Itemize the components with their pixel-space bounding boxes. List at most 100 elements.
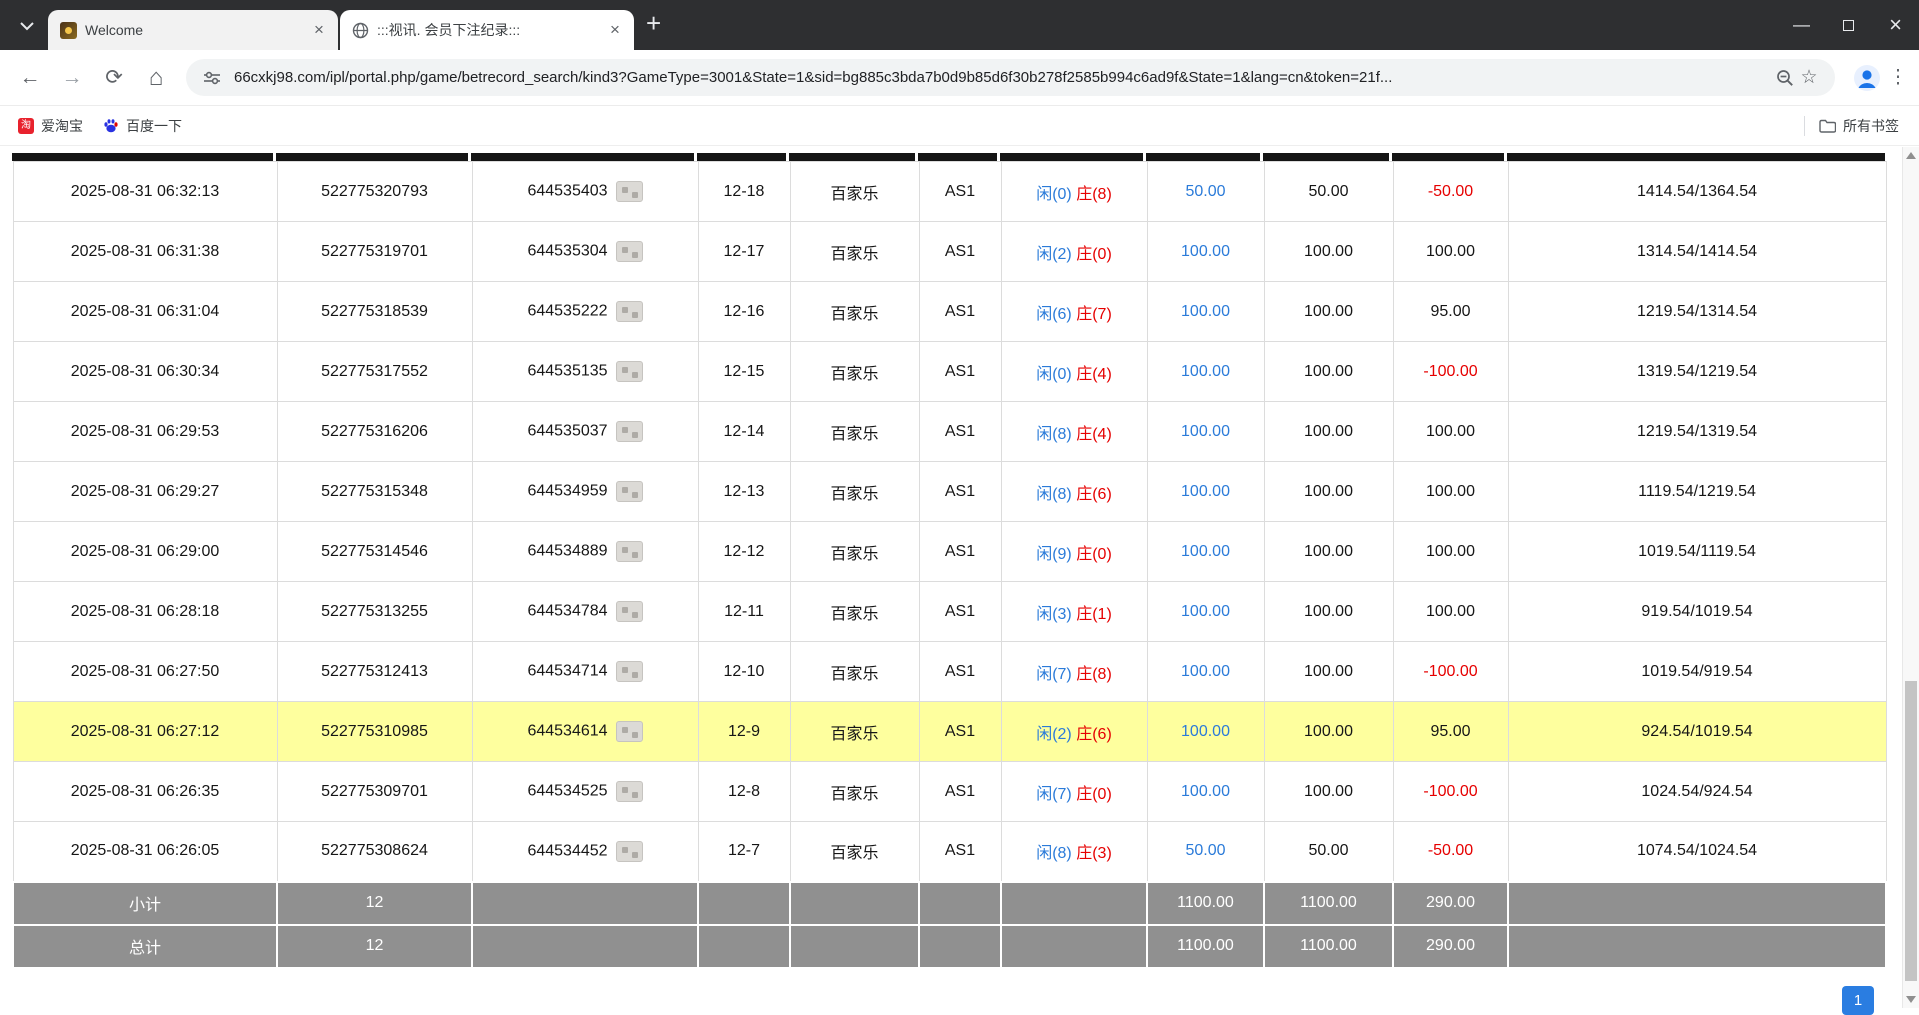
round-id: 644534452: [472, 822, 698, 882]
game-result-dice-icon[interactable]: [616, 301, 643, 322]
banker-bet: 庄(8): [1076, 186, 1112, 203]
footer-empty: [472, 925, 698, 968]
zoom-out-indicator-icon[interactable]: [1773, 66, 1797, 90]
game-result-dice-icon[interactable]: [616, 481, 643, 502]
game-result-dice-icon[interactable]: [616, 241, 643, 262]
scrollbar-thumb[interactable]: [1905, 681, 1917, 981]
game-result-dice-icon[interactable]: [616, 361, 643, 382]
profile-avatar[interactable]: [1851, 62, 1883, 94]
reload-button[interactable]: ⟳: [96, 60, 132, 96]
header-cell: [1392, 153, 1507, 161]
game-type: 百家乐: [790, 462, 919, 522]
win-loss: -50.00: [1393, 822, 1508, 882]
table-row[interactable]: 2025-08-31 06:29:00522775314546644534889…: [13, 522, 1886, 582]
table-row[interactable]: 2025-08-31 06:31:38522775319701644535304…: [13, 222, 1886, 282]
page-content: 2025-08-31 06:32:13522775320793644535403…: [0, 146, 1919, 969]
header-cell: [276, 153, 471, 161]
bet-amount[interactable]: 100.00: [1147, 342, 1264, 402]
table-row[interactable]: 2025-08-31 06:26:35522775309701644534525…: [13, 762, 1886, 822]
table-row[interactable]: 2025-08-31 06:27:50522775312413644534714…: [13, 642, 1886, 702]
table-row[interactable]: 2025-08-31 06:32:13522775320793644535403…: [13, 162, 1886, 222]
bet-amount[interactable]: 100.00: [1147, 462, 1264, 522]
browser-menu-button[interactable]: ⋮: [1883, 66, 1913, 89]
bet-time: 2025-08-31 06:27:12: [13, 702, 277, 762]
back-button[interactable]: ←: [12, 60, 48, 96]
forward-button[interactable]: →: [54, 60, 90, 96]
valid-amount: 100.00: [1264, 522, 1393, 582]
game-result-dice-icon[interactable]: [616, 661, 643, 682]
round-id-text: 644534525: [527, 783, 607, 800]
close-window-button[interactable]: ×: [1872, 0, 1919, 50]
player-bet: 闲(9): [1036, 546, 1072, 563]
bet-time: 2025-08-31 06:29:00: [13, 522, 277, 582]
round-id: 644534525: [472, 762, 698, 822]
order-id: 522775310985: [277, 702, 472, 762]
bet-amount[interactable]: 100.00: [1147, 522, 1264, 582]
banker-bet: 庄(4): [1076, 366, 1112, 383]
order-id: 522775315348: [277, 462, 472, 522]
new-tab-button[interactable]: +: [646, 10, 661, 36]
bet-detail: 闲(8) 庄(4): [1001, 402, 1147, 462]
round-id-text: 644535135: [527, 363, 607, 380]
home-button[interactable]: ⌂: [138, 60, 174, 96]
game-result-dice-icon[interactable]: [616, 721, 643, 742]
player-bet: 闲(8): [1036, 426, 1072, 443]
table-row[interactable]: 2025-08-31 06:30:34522775317552644535135…: [13, 342, 1886, 402]
player-bet: 闲(2): [1036, 246, 1072, 263]
bet-amount[interactable]: 100.00: [1147, 402, 1264, 462]
win-loss: -100.00: [1393, 762, 1508, 822]
round-id: 644534784: [472, 582, 698, 642]
minimize-button[interactable]: —: [1778, 0, 1825, 50]
footer-empty: [919, 882, 1001, 925]
table-row[interactable]: 2025-08-31 06:29:53522775316206644535037…: [13, 402, 1886, 462]
scroll-up-icon[interactable]: [1906, 152, 1916, 159]
bet-amount[interactable]: 50.00: [1147, 822, 1264, 882]
valid-amount: 100.00: [1264, 282, 1393, 342]
vertical-scrollbar[interactable]: [1902, 147, 1919, 1008]
bet-amount[interactable]: 100.00: [1147, 702, 1264, 762]
balance: 1019.54/919.54: [1508, 642, 1886, 702]
footer-empty: [698, 925, 790, 968]
tab-close-icon[interactable]: ×: [310, 21, 328, 39]
bet-amount[interactable]: 100.00: [1147, 642, 1264, 702]
table-row[interactable]: 2025-08-31 06:31:04522775318539644535222…: [13, 282, 1886, 342]
table-name: AS1: [919, 342, 1001, 402]
maximize-button[interactable]: [1825, 0, 1872, 50]
table-name: AS1: [919, 762, 1001, 822]
bookmark-star-icon[interactable]: ☆: [1797, 66, 1821, 90]
game-result-dice-icon[interactable]: [616, 601, 643, 622]
site-info-icon[interactable]: [200, 66, 224, 90]
bet-amount[interactable]: 100.00: [1147, 222, 1264, 282]
game-result-dice-icon[interactable]: [616, 781, 643, 802]
header-cell: [471, 153, 697, 161]
table-row[interactable]: 2025-08-31 06:29:27522775315348644534959…: [13, 462, 1886, 522]
all-bookmarks-button[interactable]: 所有书签: [1804, 116, 1899, 136]
table-row[interactable]: 2025-08-31 06:27:12522775310985644534614…: [13, 702, 1886, 762]
pagination-page-button[interactable]: 1: [1842, 986, 1874, 1015]
game-result-dice-icon[interactable]: [616, 541, 643, 562]
bet-detail: 闲(7) 庄(0): [1001, 762, 1147, 822]
bet-amount[interactable]: 50.00: [1147, 162, 1264, 222]
game-result-dice-icon[interactable]: [616, 841, 643, 862]
tab-betrecord[interactable]: :::视讯. 会员下注纪录::: ×: [340, 10, 634, 50]
game-result-dice-icon[interactable]: [616, 421, 643, 442]
bet-amount[interactable]: 100.00: [1147, 582, 1264, 642]
table-round: 12-11: [698, 582, 790, 642]
bet-amount[interactable]: 100.00: [1147, 762, 1264, 822]
table-row[interactable]: 2025-08-31 06:28:18522775313255644534784…: [13, 582, 1886, 642]
valid-amount: 100.00: [1264, 582, 1393, 642]
bet-time: 2025-08-31 06:27:50: [13, 642, 277, 702]
tab-welcome[interactable]: Welcome ×: [48, 10, 338, 50]
bookmark-baidu[interactable]: 百度一下: [103, 116, 182, 136]
game-result-dice-icon[interactable]: [616, 181, 643, 202]
tab-close-icon[interactable]: ×: [606, 21, 624, 39]
win-loss: -100.00: [1393, 342, 1508, 402]
bet-amount[interactable]: 100.00: [1147, 282, 1264, 342]
table-round: 12-14: [698, 402, 790, 462]
tab-search-button[interactable]: [12, 11, 42, 41]
bookmark-aitaobao[interactable]: 淘 爱淘宝: [18, 116, 83, 136]
win-loss: 100.00: [1393, 522, 1508, 582]
table-row[interactable]: 2025-08-31 06:26:05522775308624644534452…: [13, 822, 1886, 882]
scroll-down-icon[interactable]: [1906, 996, 1916, 1003]
address-bar[interactable]: 66cxkj98.com/ipl/portal.php/game/betreco…: [186, 59, 1835, 96]
